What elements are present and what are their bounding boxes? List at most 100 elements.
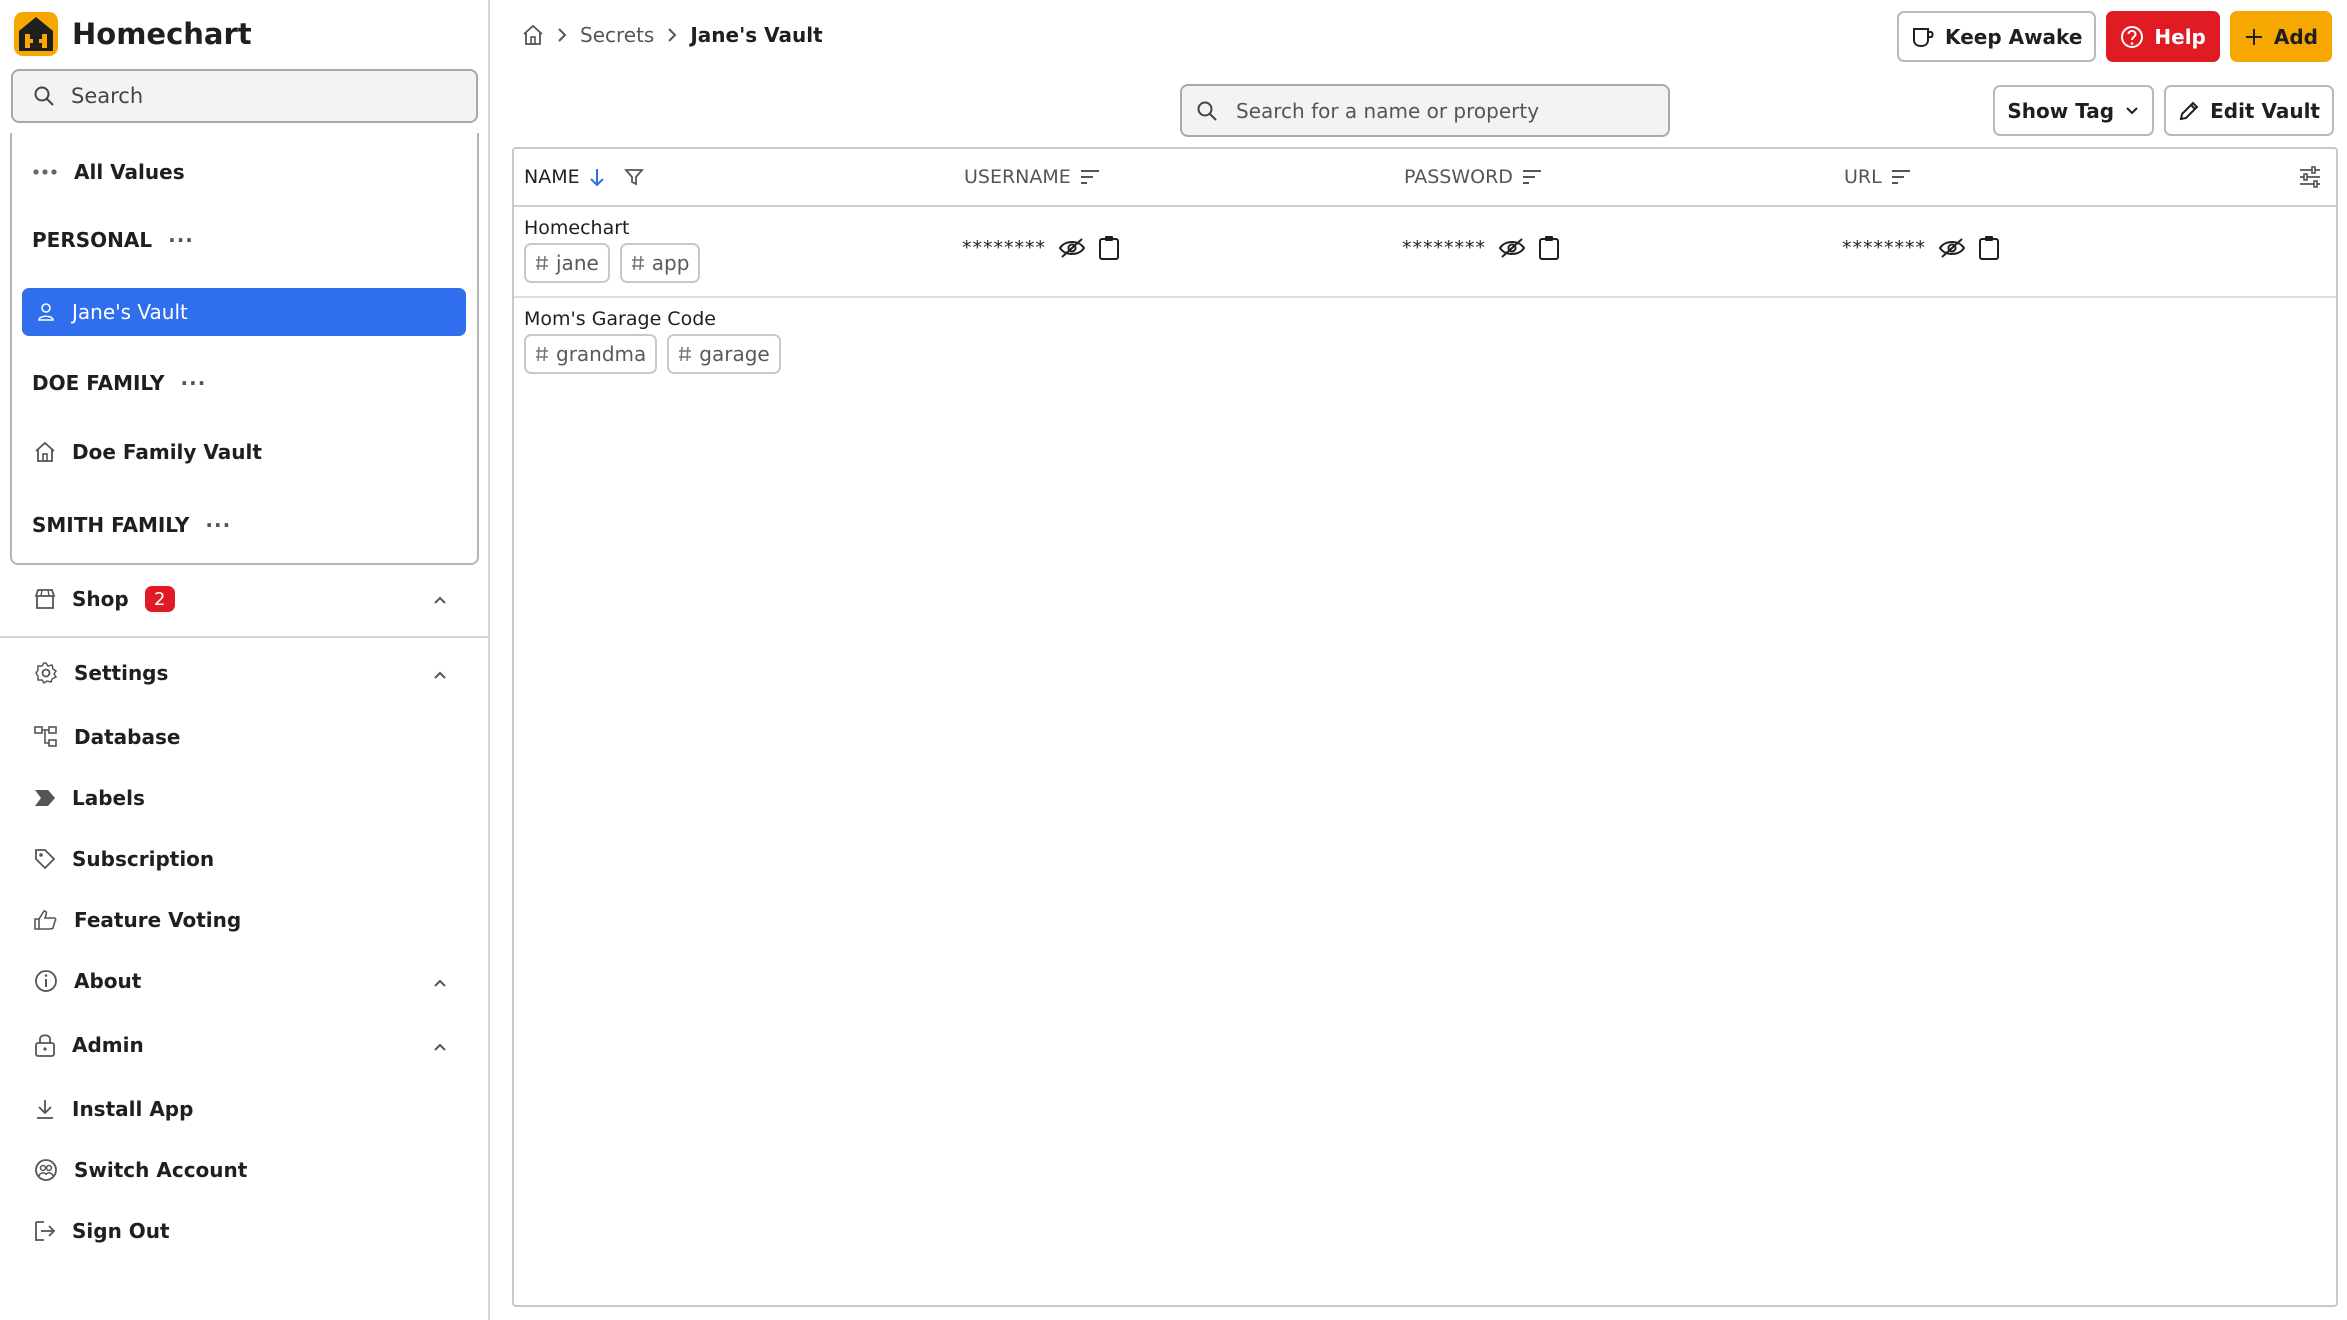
table-header: NAME USERNAME PASSWORD URL bbox=[514, 149, 2336, 207]
breadcrumb-current: Jane's Vault bbox=[690, 23, 823, 47]
edit-vault-button[interactable]: Edit Vault bbox=[2164, 85, 2334, 136]
store-icon bbox=[34, 588, 56, 610]
tag-chip[interactable]: garage bbox=[667, 334, 781, 374]
breadcrumb-secrets[interactable]: Secrets bbox=[580, 23, 654, 47]
sidebar-item-label: Database bbox=[74, 725, 181, 749]
section-menu-button[interactable]: ··· bbox=[205, 513, 231, 537]
home-icon[interactable] bbox=[522, 24, 544, 46]
hashtag-icon bbox=[535, 346, 549, 362]
arrow-down-icon[interactable] bbox=[588, 167, 606, 187]
eye-off-icon[interactable] bbox=[1058, 237, 1086, 259]
sidebar-item-settings[interactable]: Settings bbox=[34, 661, 168, 685]
clipboard-icon[interactable] bbox=[1538, 235, 1560, 261]
sidebar-item-label: All Values bbox=[74, 160, 185, 184]
add-button[interactable]: Add bbox=[2229, 11, 2332, 62]
filter-icon[interactable] bbox=[623, 167, 644, 187]
sidebar-item-database[interactable]: Database bbox=[34, 725, 180, 749]
show-tag-dropdown[interactable]: Show Tag bbox=[1993, 85, 2155, 136]
sidebar-item-label: Shop bbox=[72, 587, 129, 611]
coffee-cup-icon bbox=[1911, 26, 1935, 48]
cell-url: ******** bbox=[1842, 235, 2000, 261]
secret-name[interactable]: Homechart bbox=[524, 217, 700, 239]
section-menu-button[interactable]: ··· bbox=[168, 228, 194, 252]
secret-name[interactable]: Mom's Garage Code bbox=[524, 308, 781, 330]
section-label: SMITH FAMILY bbox=[32, 513, 190, 537]
tag-chip[interactable]: app bbox=[619, 243, 701, 283]
sidebar-search-input[interactable]: Search bbox=[11, 69, 478, 123]
eye-off-icon[interactable] bbox=[1938, 237, 1966, 259]
column-header-username[interactable]: USERNAME bbox=[964, 166, 1101, 188]
tag-label: garage bbox=[699, 342, 770, 366]
info-icon bbox=[34, 969, 58, 993]
column-label: URL bbox=[1844, 166, 1882, 188]
sidebar-item-labels[interactable]: Labels bbox=[34, 786, 145, 810]
tag-label: app bbox=[651, 251, 690, 275]
column-settings-icon[interactable] bbox=[2298, 166, 2322, 188]
column-header-name[interactable]: NAME bbox=[524, 166, 644, 188]
sidebar: Homechart Search All Values PERSONAL ···… bbox=[0, 0, 490, 1320]
sidebar-item-janes-vault[interactable]: Jane's Vault bbox=[22, 288, 466, 336]
gear-icon bbox=[34, 661, 58, 685]
column-header-url[interactable]: URL bbox=[1844, 166, 1912, 188]
chevron-up-icon[interactable] bbox=[432, 592, 448, 608]
table-row[interactable]: Mom's Garage Code grandma garage bbox=[514, 298, 2336, 389]
sidebar-item-doe-family-vault[interactable]: Doe Family Vault bbox=[34, 440, 262, 464]
section-label: PERSONAL bbox=[32, 228, 153, 252]
cell-name: Mom's Garage Code grandma garage bbox=[524, 308, 781, 374]
tag-list: grandma garage bbox=[524, 334, 781, 374]
plus-icon bbox=[2244, 27, 2264, 47]
section-menu-button[interactable]: ··· bbox=[181, 371, 207, 395]
sidebar-item-label: About bbox=[74, 969, 142, 993]
clipboard-icon[interactable] bbox=[1098, 235, 1120, 261]
sort-icon[interactable] bbox=[1079, 169, 1101, 185]
sidebar-item-admin[interactable]: Admin bbox=[34, 1033, 144, 1057]
eye-off-icon[interactable] bbox=[1498, 237, 1526, 259]
hashtag-icon bbox=[535, 255, 549, 271]
sidebar-item-install-app[interactable]: Install App bbox=[34, 1097, 193, 1121]
sidebar-item-sign-out[interactable]: Sign Out bbox=[34, 1219, 170, 1243]
help-button[interactable]: Help bbox=[2106, 11, 2220, 62]
chevron-down-icon bbox=[2124, 103, 2140, 119]
clipboard-icon[interactable] bbox=[1978, 235, 2000, 261]
sort-icon[interactable] bbox=[1890, 169, 1912, 185]
vault-search-placeholder: Search for a name or property bbox=[1236, 98, 1540, 123]
sidebar-item-label: Feature Voting bbox=[74, 908, 242, 932]
sidebar-item-switch-account[interactable]: Switch Account bbox=[34, 1158, 247, 1182]
masked-value: ******** bbox=[1402, 237, 1486, 259]
add-label: Add bbox=[2273, 24, 2318, 49]
table-row[interactable]: Homechart jane app ******** ******** ***… bbox=[514, 207, 2336, 298]
keep-awake-button[interactable]: Keep Awake bbox=[1897, 11, 2097, 62]
sidebar-item-label: Switch Account bbox=[74, 1158, 248, 1182]
cell-password: ******** bbox=[1402, 235, 1560, 261]
app-title: Homechart bbox=[72, 17, 252, 51]
column-label: PASSWORD bbox=[1404, 166, 1513, 188]
lock-icon bbox=[34, 1033, 56, 1057]
sort-icon[interactable] bbox=[1521, 169, 1543, 185]
search-icon bbox=[33, 85, 55, 107]
vault-search-input[interactable]: Search for a name or property bbox=[1180, 84, 1670, 137]
chevron-up-icon[interactable] bbox=[432, 1039, 448, 1055]
sign-out-icon bbox=[34, 1220, 56, 1242]
sidebar-item-about[interactable]: About bbox=[34, 969, 141, 993]
column-header-password[interactable]: PASSWORD bbox=[1404, 166, 1543, 188]
sidebar-item-subscription[interactable]: Subscription bbox=[34, 847, 214, 871]
cell-name: Homechart jane app bbox=[524, 217, 701, 283]
sidebar-item-shop[interactable]: Shop 2 bbox=[34, 586, 175, 612]
tag-label: jane bbox=[556, 251, 599, 275]
shop-count-badge: 2 bbox=[144, 586, 175, 612]
label-icon bbox=[34, 788, 56, 808]
show-tag-label: Show Tag bbox=[2007, 98, 2115, 123]
sidebar-item-feature-voting[interactable]: Feature Voting bbox=[34, 908, 241, 932]
user-icon bbox=[36, 302, 56, 322]
chevron-up-icon[interactable] bbox=[432, 667, 448, 683]
sidebar-divider bbox=[0, 636, 488, 638]
tag-list: jane app bbox=[524, 243, 701, 283]
brand[interactable]: Homechart bbox=[12, 10, 252, 58]
thumbs-up-icon bbox=[34, 909, 58, 931]
tag-chip[interactable]: jane bbox=[524, 243, 610, 283]
chevron-right-icon bbox=[556, 27, 568, 43]
sidebar-item-all-values[interactable]: All Values bbox=[32, 160, 185, 184]
tag-chip[interactable]: grandma bbox=[524, 334, 658, 374]
chevron-up-icon[interactable] bbox=[432, 975, 448, 991]
help-circle-icon bbox=[2120, 25, 2144, 49]
